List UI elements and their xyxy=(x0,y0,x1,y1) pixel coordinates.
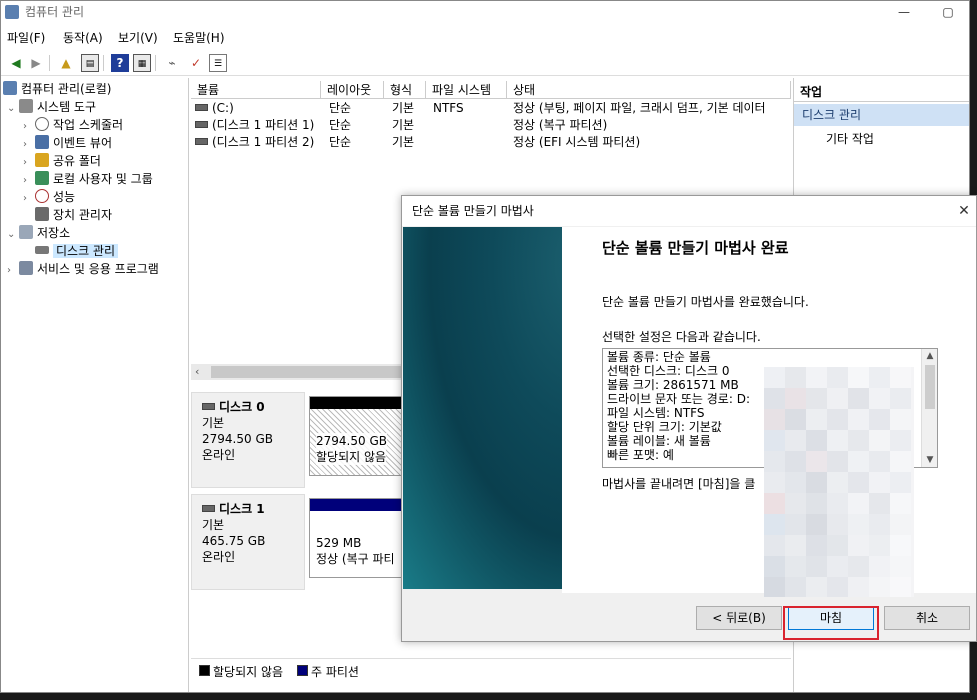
disk-icon xyxy=(202,403,215,410)
disk-1-label[interactable]: 디스크 1 기본 465.75 GB 온라인 xyxy=(191,494,305,590)
properties-view-icon[interactable]: ▦ xyxy=(133,54,151,72)
tree-item-device-manager[interactable]: 장치 관리자 xyxy=(35,206,112,224)
partition-legend: 할당되지 않음 주 파티션 xyxy=(191,658,791,682)
show-hide-tree-icon[interactable]: ▤ xyxy=(81,54,99,72)
finish-button-highlight xyxy=(783,606,879,640)
summary-scrollbar[interactable]: ▲ ▼ xyxy=(921,349,937,467)
title-bar: 컴퓨터 관리 — ▢ xyxy=(1,1,969,23)
drive-icon xyxy=(195,104,208,111)
up-folder-icon[interactable]: ▲ xyxy=(57,54,75,72)
menu-action[interactable]: 동작(A) xyxy=(63,29,103,46)
disk-0-label[interactable]: 디스크 0 기본 2794.50 GB 온라인 xyxy=(191,392,305,488)
window-title: 컴퓨터 관리 xyxy=(25,5,85,19)
toolbar: ◀ ▶ ▲ ▤ ? ▦ ⌁ ✓ ☰ xyxy=(1,50,969,76)
clock-icon xyxy=(35,117,49,131)
scroll-left-icon[interactable]: ‹ xyxy=(195,364,199,380)
chevron-right-icon[interactable]: › xyxy=(23,190,35,208)
wizard-settings-label: 선택한 설정은 다음과 같습니다. xyxy=(602,330,761,344)
tree-item-task-scheduler[interactable]: › 작업 스케줄러 xyxy=(23,116,123,134)
tree-item-services[interactable]: › 서비스 및 응용 프로그램 xyxy=(7,260,159,278)
users-icon xyxy=(35,171,49,185)
chevron-down-icon[interactable]: ⌄ xyxy=(7,226,19,244)
scroll-up-icon[interactable]: ▲ xyxy=(922,351,937,361)
tree-item-computer-management[interactable]: 컴퓨터 관리(로컬) xyxy=(3,80,111,98)
column-type[interactable]: 형식 xyxy=(384,81,426,99)
toolbar-separator xyxy=(49,55,50,71)
list-view-icon[interactable]: ☰ xyxy=(209,54,227,72)
disk-icon xyxy=(202,505,215,512)
toolbar-separator xyxy=(155,55,156,71)
back-arrow-icon[interactable]: ◀ xyxy=(7,54,25,72)
navigation-tree: 컴퓨터 관리(로컬) ⌄ 시스템 도구 › 작업 스케줄러 › 이벤트 뷰어 › 공유 … xyxy=(1,78,189,692)
wizard-banner-image xyxy=(403,227,562,589)
maximize-button[interactable]: ▢ xyxy=(925,1,969,23)
table-row[interactable]: (디스크 1 파티션 2) 단순 기본 정상 (EFI 시스템 파티션) xyxy=(195,134,791,151)
services-icon xyxy=(19,261,33,275)
storage-icon xyxy=(19,225,33,239)
chevron-right-icon[interactable]: › xyxy=(7,262,19,280)
table-row[interactable]: (디스크 1 파티션 1) 단순 기본 정상 (복구 파티션) xyxy=(195,117,791,134)
wizard-heading: 단순 볼륨 만들기 마법사 완료 xyxy=(602,239,789,257)
tree-item-local-users[interactable]: › 로컬 사용자 및 그룹 xyxy=(23,170,153,188)
column-volume[interactable]: 볼륨 xyxy=(191,81,321,99)
tree-item-disk-management[interactable]: 디스크 관리 xyxy=(35,242,119,260)
menu-bar: 파일(F) 동작(A) 보기(V) 도움말(H) xyxy=(1,26,969,48)
toolbar-separator xyxy=(103,55,104,71)
primary-partition-swatch xyxy=(297,665,308,676)
drive-icon xyxy=(195,121,208,128)
actions-disk-management[interactable]: 디스크 관리 xyxy=(794,104,969,126)
wizard-finish-hint: 마법사를 끝내려면 [마침]을 클 xyxy=(602,477,756,491)
scroll-down-icon[interactable]: ▼ xyxy=(922,455,937,465)
tree-item-storage[interactable]: ⌄ 저장소 xyxy=(7,224,70,242)
connect-icon[interactable]: ⌁ xyxy=(163,54,181,72)
performance-icon xyxy=(35,189,49,203)
wizard-title: 단순 볼륨 만들기 마법사 xyxy=(402,196,976,226)
primary-partition-bar xyxy=(310,499,408,511)
tree-item-system-tools[interactable]: ⌄ 시스템 도구 xyxy=(7,98,96,116)
disk-0-unallocated-partition[interactable]: 2794.50 GB 할당되지 않음 xyxy=(309,396,409,476)
tree-item-performance[interactable]: › 성능 xyxy=(23,188,75,206)
column-file-system[interactable]: 파일 시스템 xyxy=(426,81,507,99)
menu-file[interactable]: 파일(F) xyxy=(7,29,45,46)
menu-view[interactable]: 보기(V) xyxy=(118,29,158,46)
forward-arrow-icon[interactable]: ▶ xyxy=(27,54,45,72)
column-layout[interactable]: 레이아웃 xyxy=(321,81,384,99)
scrollbar-thumb[interactable] xyxy=(925,365,935,409)
device-manager-icon xyxy=(35,207,49,221)
menu-help[interactable]: 도움말(H) xyxy=(173,29,225,46)
actions-header: 작업 xyxy=(794,82,969,102)
pixelated-overlay xyxy=(764,367,914,597)
tree-item-shared-folders[interactable]: › 공유 폴더 xyxy=(23,152,101,170)
unallocated-bar xyxy=(310,397,408,409)
help-icon[interactable]: ? xyxy=(111,54,129,72)
computer-management-icon xyxy=(5,5,19,19)
disk-1-recovery-partition[interactable]: 529 MB 정상 (복구 파티 xyxy=(309,498,409,578)
event-viewer-icon xyxy=(35,135,49,149)
chevron-down-icon[interactable]: ⌄ xyxy=(7,100,19,118)
close-icon[interactable]: ✕ xyxy=(956,196,972,226)
actions-more[interactable]: 기타 작업 xyxy=(826,130,874,147)
new-simple-volume-wizard: 단순 볼륨 만들기 마법사 ✕ 단순 볼륨 만들기 마법사 완료 단순 볼륨 만… xyxy=(401,195,977,642)
back-button[interactable]: < 뒤로(B) xyxy=(696,606,782,630)
drive-icon xyxy=(195,138,208,145)
shared-folder-icon xyxy=(35,153,49,167)
column-status[interactable]: 상태 xyxy=(507,81,791,99)
disk-icon xyxy=(35,246,49,254)
tools-icon xyxy=(19,99,33,113)
wizard-completed-text: 단순 볼륨 만들기 마법사를 완료했습니다. xyxy=(602,295,809,309)
table-row[interactable]: (C:) 단순 기본 NTFS 정상 (부팅, 페이지 파일, 크래시 덤프, … xyxy=(195,100,791,117)
tree-item-event-viewer[interactable]: › 이벤트 뷰어 xyxy=(23,134,112,152)
computer-management-icon xyxy=(3,81,17,95)
cancel-button[interactable]: 취소 xyxy=(884,606,970,630)
checklist-icon[interactable]: ✓ xyxy=(187,54,205,72)
unallocated-swatch xyxy=(199,665,210,676)
minimize-button[interactable]: — xyxy=(881,1,927,23)
